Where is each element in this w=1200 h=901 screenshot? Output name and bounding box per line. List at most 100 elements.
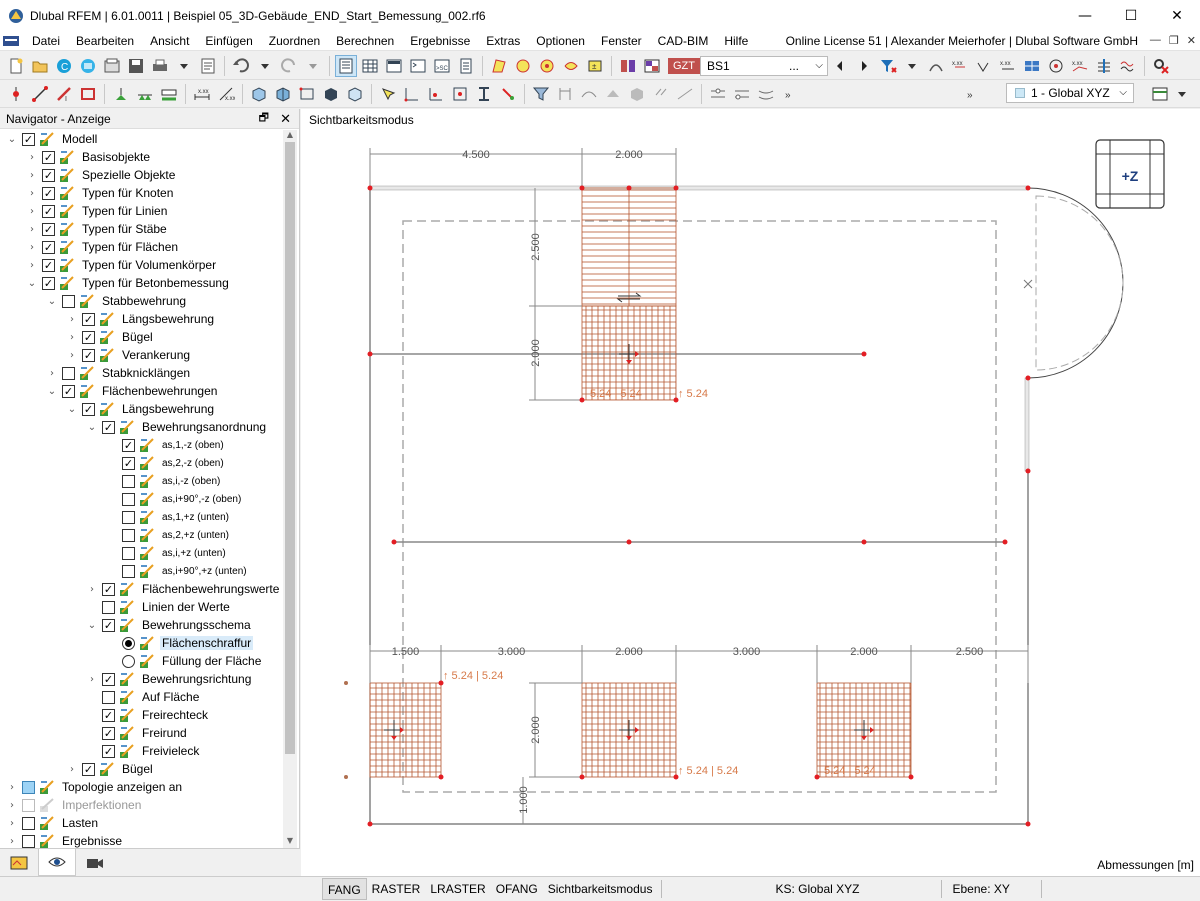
show-supports-icon[interactable] — [449, 83, 471, 105]
mdi-restore-button[interactable]: ❐ — [1169, 34, 1179, 47]
section-cut-icon[interactable] — [554, 83, 576, 105]
scroll-thumb[interactable] — [285, 142, 295, 754]
support-icon[interactable] — [110, 83, 132, 105]
more-tools-icon[interactable]: » — [779, 83, 801, 105]
load-case-selector[interactable]: GZT BS1... ⌵ — [668, 55, 828, 76]
show-axes-icon[interactable] — [425, 83, 447, 105]
checkbox[interactable] — [122, 564, 135, 578]
menu-bearbeiten[interactable]: Bearbeiten — [68, 31, 142, 51]
grid-colors-icon[interactable] — [1021, 55, 1043, 77]
result-view-icon[interactable] — [1045, 55, 1067, 77]
scroll-up-icon[interactable]: ▲ — [283, 130, 297, 142]
checkbox[interactable] — [122, 510, 135, 524]
checkbox[interactable] — [22, 798, 35, 812]
tree-item[interactable]: as,2,-z (oben) — [106, 454, 226, 472]
checkbox[interactable] — [102, 618, 115, 632]
status-raster[interactable]: RASTER — [367, 878, 426, 900]
chevron-right-icon[interactable]: › — [66, 331, 78, 343]
tab-data[interactable] — [0, 849, 38, 876]
tree-item[interactable]: ⌄ Bewehrungsschema — [86, 616, 253, 634]
transparency-icon[interactable] — [602, 83, 624, 105]
chevron-down-icon[interactable]: ⌄ — [26, 277, 38, 289]
tree-item[interactable]: ⌄ Modell — [6, 130, 99, 148]
chevron-right-icon[interactable]: › — [86, 583, 98, 595]
chevron-down-icon[interactable]: ⌄ — [66, 403, 78, 415]
node-icon[interactable] — [5, 83, 27, 105]
tree-item[interactable]: › Basisobjekte — [26, 148, 152, 166]
undo-icon[interactable] — [230, 55, 252, 77]
checkbox[interactable] — [122, 438, 135, 452]
window-layout-icon[interactable] — [1149, 83, 1171, 105]
script-console-icon[interactable]: >SC — [431, 55, 453, 77]
select-lasso-icon[interactable] — [560, 55, 582, 77]
tab-views[interactable] — [76, 849, 114, 876]
rotate-view-icon[interactable] — [272, 83, 294, 105]
checkbox[interactable] — [42, 276, 55, 290]
open-folder-icon[interactable] — [29, 55, 51, 77]
tree-item[interactable]: › Imperfektionen — [6, 796, 143, 814]
checkbox[interactable] — [62, 294, 75, 308]
redo-dropdown-icon[interactable] — [302, 55, 324, 77]
menu-datei[interactable]: Datei — [24, 31, 68, 51]
select-special-icon[interactable]: ± — [584, 55, 606, 77]
chevron-down-icon[interactable]: ⌄ — [6, 133, 18, 145]
surface-support-icon[interactable] — [158, 83, 180, 105]
mdi-minimize-button[interactable]: — — [1150, 34, 1161, 47]
status-ofang[interactable]: OFANG — [491, 878, 543, 900]
panel-icon[interactable] — [383, 55, 405, 77]
checkbox[interactable] — [22, 780, 35, 794]
chevron-right-icon[interactable]: › — [46, 367, 58, 379]
undo-dropdown-icon[interactable] — [254, 55, 276, 77]
checkbox[interactable] — [62, 366, 75, 380]
member-icon[interactable]: I — [53, 83, 75, 105]
checkbox[interactable] — [122, 474, 135, 488]
tree-item[interactable]: Füllung der Fläche — [106, 652, 263, 670]
load-arrow-icon[interactable] — [497, 83, 519, 105]
tree-item[interactable]: as,1,+z (unten) — [106, 508, 231, 526]
menu-optionen[interactable]: Optionen — [528, 31, 593, 51]
checkbox[interactable] — [82, 348, 95, 362]
checkbox[interactable] — [82, 402, 95, 416]
minimize-button[interactable]: — — [1062, 0, 1108, 31]
checkbox[interactable] — [102, 726, 115, 740]
checkbox[interactable] — [122, 528, 135, 542]
chevron-right-icon[interactable]: › — [6, 799, 18, 811]
chevron-right-icon[interactable]: › — [86, 673, 98, 685]
chevron-right-icon[interactable]: › — [6, 835, 18, 847]
clipping-icon[interactable] — [578, 83, 600, 105]
checkbox[interactable] — [102, 690, 115, 704]
result-pick-icon[interactable] — [1093, 55, 1115, 77]
new-model-icon[interactable] — [5, 55, 27, 77]
perspective-icon[interactable] — [674, 83, 696, 105]
document-system-icon[interactable] — [2, 34, 20, 48]
print-dropdown-icon[interactable] — [173, 55, 195, 77]
tree-item[interactable]: Freirund — [86, 724, 189, 742]
status-fang[interactable]: FANG — [322, 877, 367, 900]
line-icon[interactable] — [29, 83, 51, 105]
tree-item[interactable]: › Typen für Volumenkörper — [26, 256, 218, 274]
checkbox[interactable] — [22, 132, 35, 146]
checkbox[interactable] — [42, 168, 55, 182]
pick-node-icon[interactable] — [377, 83, 399, 105]
menu-ansicht[interactable]: Ansicht — [142, 31, 197, 51]
print-icon[interactable] — [149, 55, 171, 77]
chevron-right-icon[interactable]: › — [26, 241, 38, 253]
show-dims-icon[interactable] — [401, 83, 423, 105]
tab-display[interactable] — [38, 849, 76, 876]
xxx-values-icon[interactable]: x.xx — [949, 55, 971, 77]
scroll-down-icon[interactable]: ▼ — [283, 836, 297, 848]
delete-results-icon[interactable] — [1150, 55, 1172, 77]
menu-hilfe[interactable]: Hilfe — [716, 31, 756, 51]
chevron-right-icon[interactable]: › — [6, 817, 18, 829]
radio-button[interactable] — [122, 654, 135, 668]
tree-item[interactable]: ⌄ Längsbewehrung — [66, 400, 216, 418]
checkbox[interactable] — [102, 600, 115, 614]
render-icon[interactable] — [320, 83, 342, 105]
surface-icon[interactable] — [77, 83, 99, 105]
redo-icon[interactable] — [278, 55, 300, 77]
checkbox[interactable] — [102, 708, 115, 722]
navigator-toggle-icon[interactable] — [335, 54, 357, 77]
tree-item[interactable]: › Bügel — [66, 328, 155, 346]
tree-item[interactable]: ⌄ Flächenbewehrungen — [46, 382, 219, 400]
chevron-right-icon[interactable]: › — [26, 259, 38, 271]
